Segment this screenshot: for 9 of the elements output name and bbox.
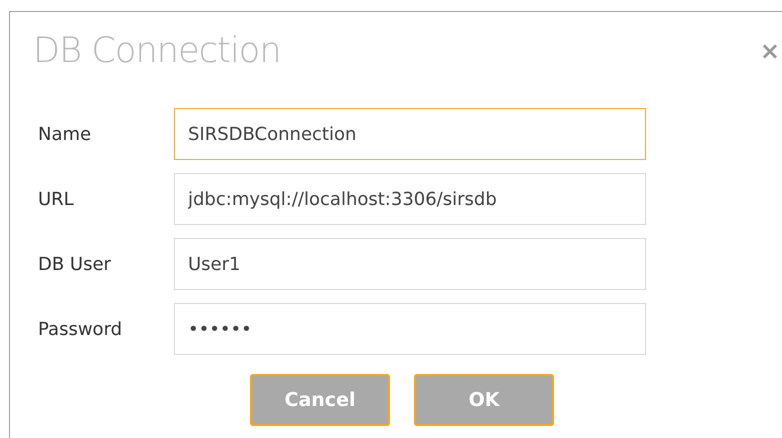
- field-label: Name: [37, 122, 92, 146]
- input-field[interactable]: jdbc:mysql://localhost:3306/sirsdb: [174, 173, 646, 225]
- input-field[interactable]: User1: [174, 238, 646, 290]
- field-label: DB User: [37, 252, 112, 276]
- input-field[interactable]: SIRSDBConnection: [174, 108, 646, 160]
- field-label: Password: [37, 318, 124, 342]
- dialog-title: DB Connection: [33, 30, 281, 73]
- field-label: URL: [37, 188, 75, 212]
- input-field[interactable]: ••••••: [174, 303, 646, 355]
